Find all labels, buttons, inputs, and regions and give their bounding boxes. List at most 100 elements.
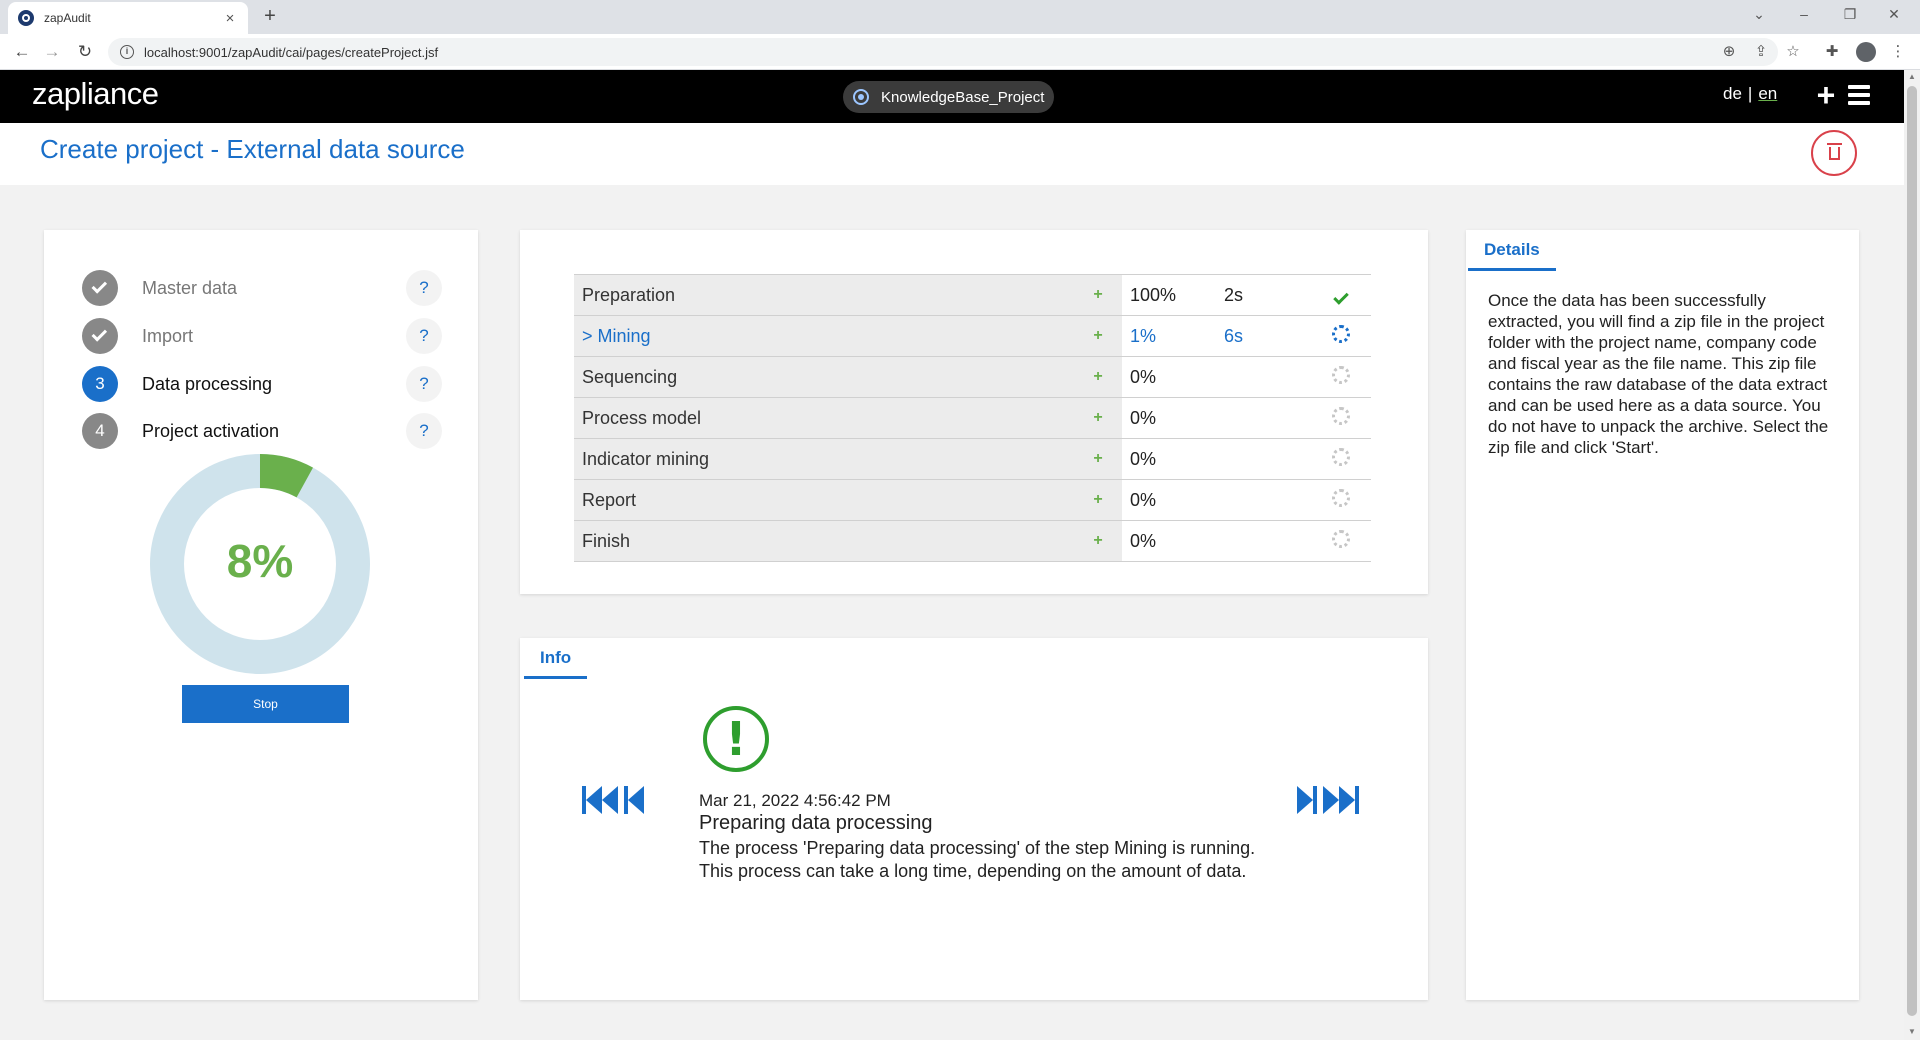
next-icon[interactable] [1297,786,1317,814]
task-percent: 0% [1130,407,1157,428]
help-icon[interactable]: ? [406,413,442,449]
lang-de-link[interactable]: de [1723,84,1742,104]
site-info-icon[interactable]: i [120,45,134,59]
spinner-icon [1331,529,1350,548]
url-text: localhost:9001/zapAudit/cai/pages/create… [144,44,439,60]
help-icon[interactable]: ? [406,318,442,354]
app-header: zapliance KnowledgeBase_Project de | en … [0,70,1904,123]
browser-tab[interactable]: zapAudit × [8,2,248,34]
delete-project-button[interactable] [1811,130,1857,176]
bookmark-star-icon[interactable]: ☆ [1783,42,1803,62]
task-percent: 0% [1130,448,1157,469]
task-percent: 100% [1130,284,1177,305]
minimize-icon[interactable]: – [1792,6,1816,22]
first-icon[interactable] [582,786,618,814]
window-close-icon[interactable]: ✕ [1882,6,1906,23]
spinner-icon [1331,365,1350,384]
step-import: Import ? [82,318,442,354]
trash-icon [1826,142,1842,160]
expand-icon[interactable]: + [1074,356,1122,398]
browser-address-bar: ← → ↻ i localhost:9001/zapAudit/cai/page… [0,34,1920,70]
zoom-icon[interactable]: ⊕ [1719,42,1739,62]
tab-details[interactable]: Details [1468,240,1556,271]
task-name: Sequencing [574,356,1074,398]
task-state [1310,357,1371,398]
profile-avatar-icon[interactable] [1856,42,1876,62]
task-state [1310,480,1371,521]
info-title: Preparing data processing [699,812,933,834]
task-percent: 0% [1130,530,1157,551]
help-icon[interactable]: ? [406,366,442,402]
expand-icon[interactable]: + [1074,397,1122,439]
restore-icon[interactable]: ❐ [1838,6,1862,23]
share-icon[interactable]: ⇪ [1751,42,1771,62]
new-tab-icon[interactable]: + [258,4,282,28]
step-data-processing: 3 Data processing ? [82,366,442,402]
expand-icon[interactable]: + [1074,274,1122,316]
task-name: Finish [574,520,1074,562]
task-name[interactable]: > Mining [574,315,1074,357]
back-icon[interactable]: ← [12,42,32,62]
tasks-table: Preparation +100% 2s > Mining +1% 6s Sequencin… [574,274,1371,562]
spinner-icon [1331,488,1350,507]
task-percent: 1% [1130,325,1157,346]
page-title-bar: Create project - External data source [0,123,1904,185]
zapliance-logo: zapliance [32,76,159,111]
project-name: KnowledgeBase_Project [881,88,1045,106]
task-percent: 0% [1130,489,1157,510]
task-name: Indicator mining [574,438,1074,480]
help-icon[interactable]: ? [406,270,442,306]
task-duration: 6s [1224,325,1244,346]
task-name: Preparation [574,274,1074,316]
spinner-icon [1331,447,1350,466]
tab-info[interactable]: Info [524,648,588,679]
project-selector[interactable]: KnowledgeBase_Project [843,81,1055,113]
lang-en-link[interactable]: en [1758,84,1777,104]
hamburger-menu-icon[interactable] [1848,85,1870,105]
task-name: Process model [574,397,1074,439]
step-done-icon [82,270,118,306]
spinner-icon [1331,324,1350,343]
task-row: Report +0% [574,479,1371,521]
tab-close-icon[interactable]: × [222,10,238,27]
step-label: Data processing [142,373,273,394]
step-number-badge: 4 [82,413,118,449]
browser-tab-bar: zapAudit × + ⌄ – ❐ ✕ [0,0,1920,34]
task-state [1310,316,1371,357]
lang-separator: | [1747,84,1753,103]
exclamation-icon: ! [703,706,769,772]
info-nav-back [582,786,644,814]
scrollbar-thumb[interactable] [1907,86,1917,1016]
zapaudit-favicon-icon [18,10,34,26]
task-state [1310,521,1371,562]
task-percent: 0% [1130,366,1157,387]
tab-search-icon[interactable]: ⌄ [1747,6,1771,23]
task-row: Process model +0% [574,397,1371,439]
task-state [1310,275,1371,316]
add-icon[interactable]: + [1813,79,1839,111]
step-master-data: Master data ? [82,270,442,306]
scroll-down-icon[interactable]: ▼ [1906,1027,1918,1036]
task-row: Indicator mining +0% [574,438,1371,480]
task-duration [1216,480,1310,521]
forward-icon[interactable]: → [42,42,62,62]
expand-icon[interactable]: + [1074,479,1122,521]
task-duration [1216,521,1310,562]
task-row: Finish +0% [574,520,1371,562]
expand-icon[interactable]: + [1074,520,1122,562]
reload-icon[interactable]: ↻ [75,42,95,62]
previous-icon[interactable] [624,786,644,814]
last-icon[interactable] [1323,786,1359,814]
extensions-icon[interactable]: ✚ [1822,42,1842,62]
task-row: Sequencing +0% [574,356,1371,398]
scroll-up-icon[interactable]: ▲ [1906,72,1918,81]
info-nav-forward [1297,786,1359,814]
step-done-icon [82,318,118,354]
expand-icon[interactable]: + [1074,315,1122,357]
url-field[interactable]: i localhost:9001/zapAudit/cai/pages/crea… [108,38,1778,66]
task-row: > Mining +1% 6s [574,315,1371,357]
expand-icon[interactable]: + [1074,438,1122,480]
browser-menu-icon[interactable]: ⋮ [1888,42,1908,62]
stop-button[interactable]: Stop [182,685,349,723]
step-number-badge: 3 [82,366,118,402]
